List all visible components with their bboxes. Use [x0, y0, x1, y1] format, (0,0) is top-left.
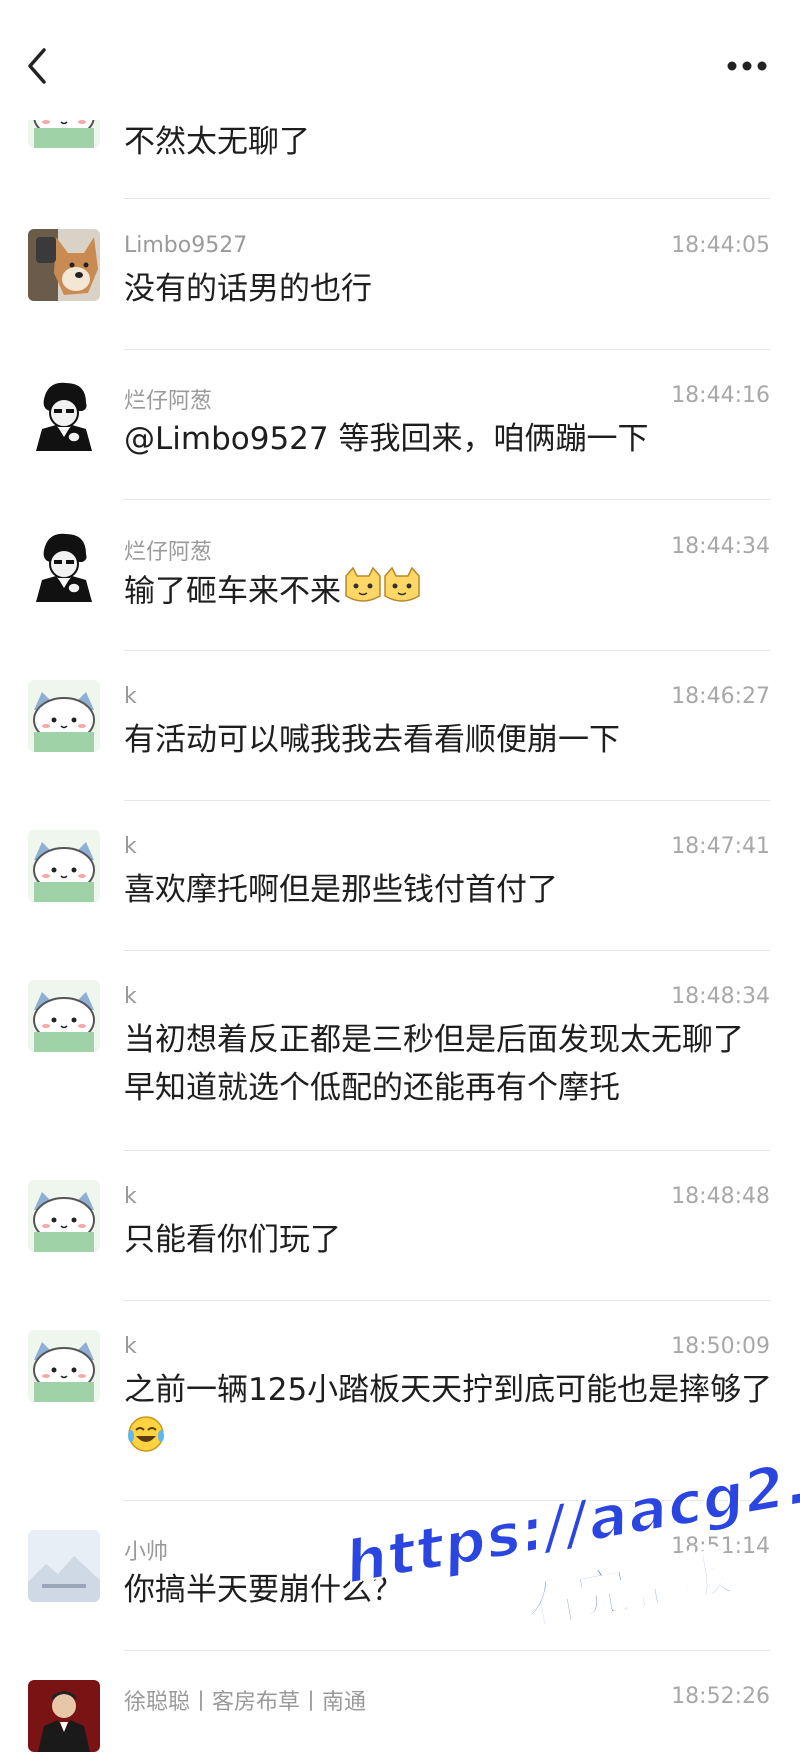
- message-text: 只能看你们玩了: [124, 1222, 341, 1258]
- cat-avatar[interactable]: [28, 680, 100, 752]
- cat-avatar[interactable]: [28, 830, 100, 902]
- message-timestamp: 18:44:16: [671, 383, 770, 408]
- sender-name[interactable]: k: [124, 984, 137, 1009]
- sender-name[interactable]: k: [124, 684, 137, 709]
- message-text: 不然太无聊了: [124, 124, 310, 160]
- sender-name[interactable]: k: [124, 834, 137, 859]
- message-timestamp: 18:46:27: [671, 684, 770, 709]
- message-timestamp: 18:52:26: [671, 1684, 770, 1709]
- divider: [124, 950, 770, 951]
- message-text: 当初想着反正都是三秒但是后面发现太无聊了早知道就选个低配的还能再有个摩托: [124, 1022, 744, 1106]
- divider: [124, 1650, 770, 1651]
- message-text: 你搞半天要崩什么？: [124, 1572, 403, 1608]
- message-timestamp: 18:50:09: [671, 1334, 770, 1359]
- man-avatar[interactable]: [28, 530, 100, 602]
- cat-avatar[interactable]: [28, 980, 100, 1052]
- sender-name[interactable]: k: [124, 1334, 137, 1359]
- chat-header: [0, 0, 800, 120]
- divider: [124, 349, 770, 350]
- more-options-button[interactable]: [722, 56, 772, 76]
- sender-name[interactable]: 徐聪聪丨客房布草丨南通: [124, 1684, 366, 1716]
- message-text: @Limbo9527 等我回来，咱俩蹦一下: [124, 421, 649, 457]
- dog-avatar[interactable]: [28, 229, 100, 301]
- message-timestamp: 18:48:34: [671, 984, 770, 1009]
- divider: [124, 499, 770, 500]
- divider: [124, 1500, 770, 1501]
- divider: [124, 1300, 770, 1301]
- laughing-tears-emoji: [126, 1414, 166, 1468]
- more-dots-icon: [722, 61, 772, 80]
- message-timestamp: 18:48:48: [671, 1184, 770, 1209]
- chevron-left-icon: [22, 48, 52, 92]
- divider: [124, 1150, 770, 1151]
- cat-face-emoji: [343, 566, 421, 620]
- message-timestamp: 18:44:34: [671, 534, 770, 559]
- message-text: 之前一辆125小踏板天天拧到底可能也是摔够了: [124, 1366, 774, 1468]
- message-timestamp: 18:51:14: [671, 1534, 770, 1559]
- message-text: 喜欢摩托啊但是那些钱付首付了: [124, 872, 558, 908]
- divider: [124, 800, 770, 801]
- landscape-avatar[interactable]: [28, 1530, 100, 1602]
- message-text: 输了砸车来不来: [124, 566, 774, 620]
- back-button[interactable]: [22, 44, 62, 92]
- message-text: 没有的话男的也行: [124, 271, 372, 307]
- divider: [124, 650, 770, 651]
- divider: [124, 198, 770, 199]
- sender-name[interactable]: 小帅: [124, 1534, 168, 1566]
- chat-message-list: 不然太无聊了 Limbo9527 18:44:05 没有的话男的也行 烂仔阿葱 …: [0, 0, 800, 1752]
- man-avatar[interactable]: [28, 379, 100, 451]
- suit-avatar[interactable]: [28, 1680, 100, 1752]
- sender-name[interactable]: 烂仔阿葱: [124, 383, 212, 415]
- message-text: 有活动可以喊我我去看看顺便崩一下: [124, 722, 620, 758]
- sender-name[interactable]: 烂仔阿葱: [124, 534, 212, 566]
- cat-avatar[interactable]: [28, 1330, 100, 1402]
- cat-avatar[interactable]: [28, 1180, 100, 1252]
- sender-name[interactable]: Limbo9527: [124, 233, 247, 258]
- message-timestamp: 18:44:05: [671, 233, 770, 258]
- message-timestamp: 18:47:41: [671, 834, 770, 859]
- sender-name[interactable]: k: [124, 1184, 137, 1209]
